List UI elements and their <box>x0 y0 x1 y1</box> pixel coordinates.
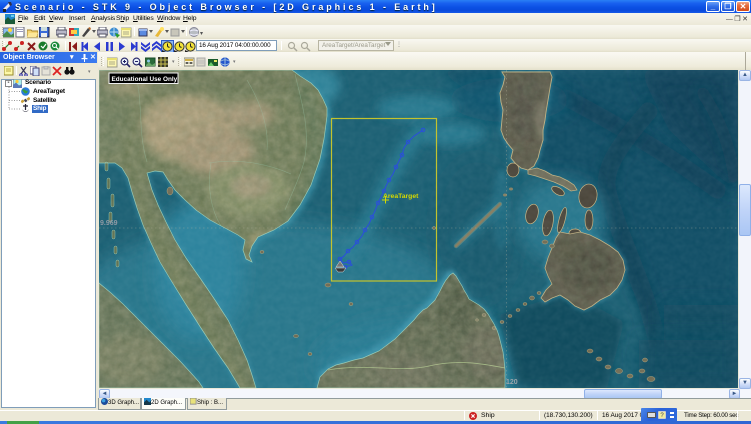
svg-text:AreaTarget: AreaTarget <box>383 193 419 200</box>
svg-text:120: 120 <box>506 379 518 386</box>
svg-text:Educational Use Only: Educational Use Only <box>112 76 178 83</box>
svg-text:9.969: 9.969 <box>100 220 118 227</box>
